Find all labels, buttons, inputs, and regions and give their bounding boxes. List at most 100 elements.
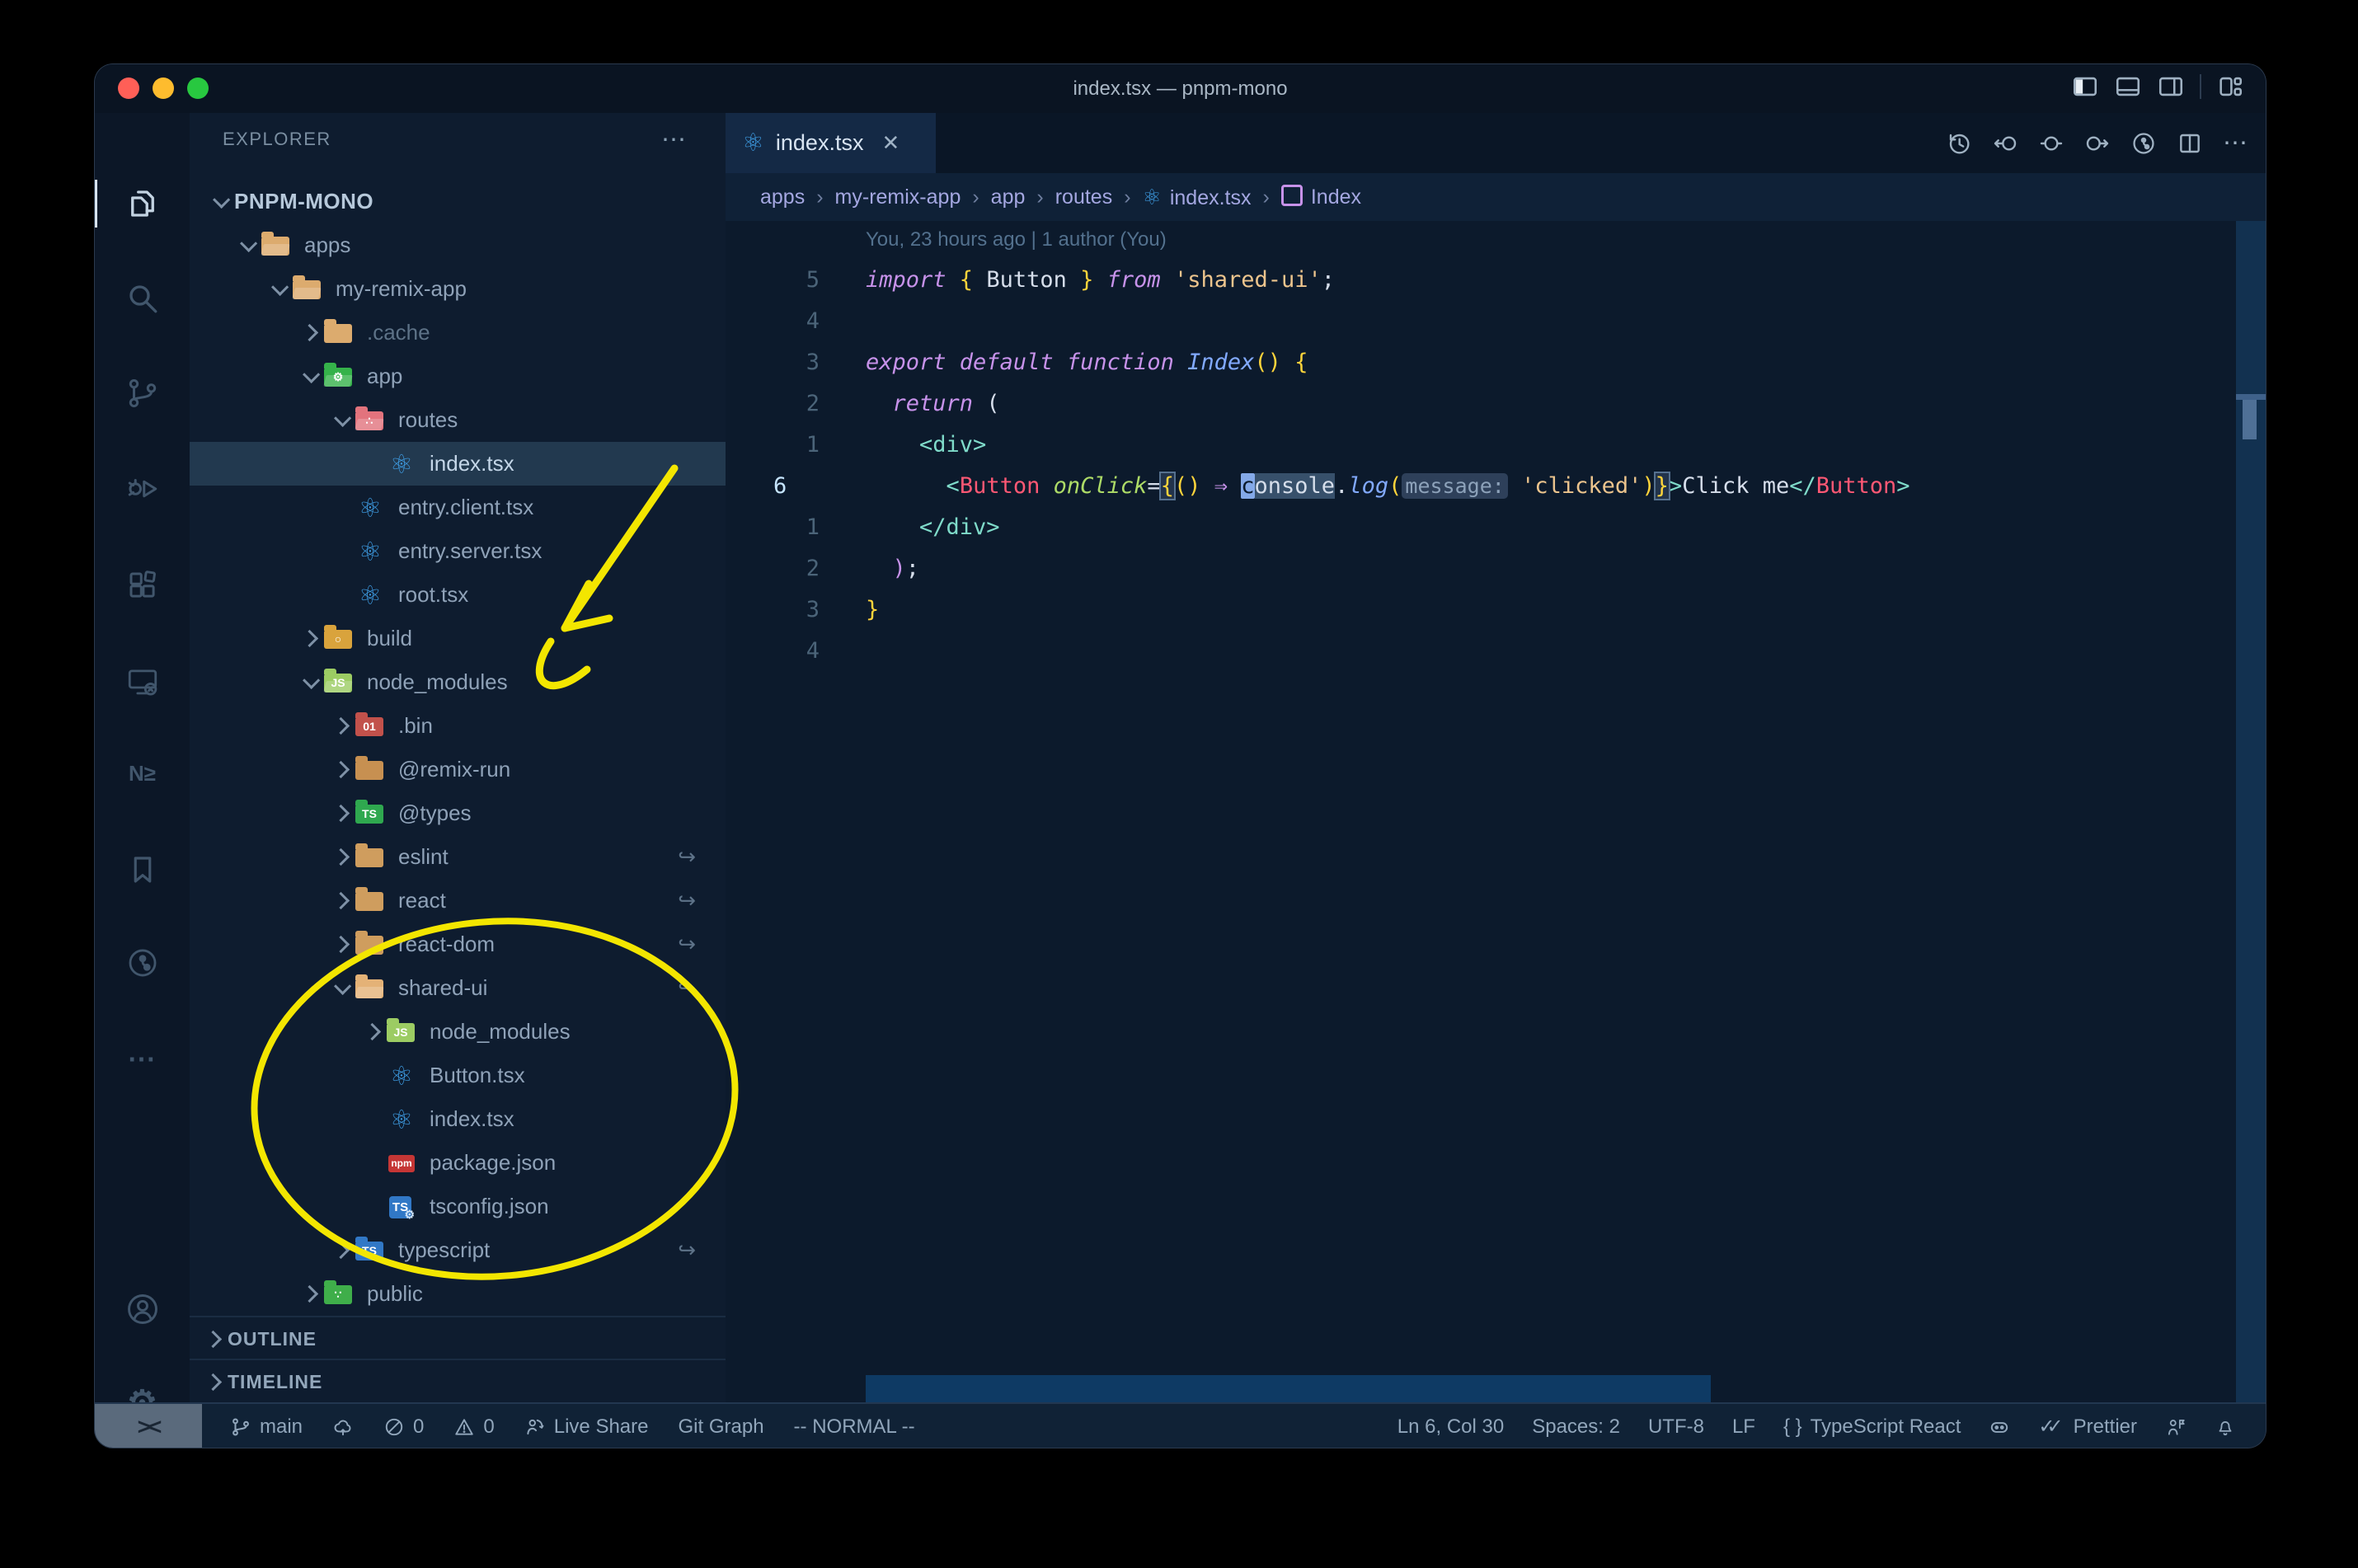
tree-item--remix-run[interactable]: @remix-run <box>190 748 726 791</box>
tree-item-label: tsconfig.json <box>430 1194 549 1218</box>
status-indentation[interactable]: Spaces: 2 <box>1532 1415 1620 1439</box>
status-eol[interactable]: LF <box>1732 1415 1755 1439</box>
status-warning-count[interactable]: 0 <box>453 1415 495 1439</box>
tree-item--types[interactable]: TS @types <box>190 791 726 835</box>
split-editor-icon[interactable] <box>2177 130 2203 157</box>
status-prettier[interactable]: ✓✓ Prettier <box>2038 1415 2137 1439</box>
tree-item-entry-client-tsx[interactable]: ⚛ entry.client.tsx <box>190 486 726 529</box>
react-file-icon: ⚛ <box>389 1060 414 1091</box>
status-git-graph[interactable]: Git Graph <box>679 1415 764 1439</box>
tree-item-node-modules[interactable]: JS node_modules <box>190 1010 726 1054</box>
toggle-panel-icon[interactable] <box>2114 73 2142 101</box>
tree-item-react[interactable]: react ↪ <box>190 879 726 922</box>
symbol-module-icon <box>1280 185 1303 206</box>
previous-change-icon[interactable] <box>1992 130 2018 157</box>
outline-section[interactable]: OUTLINE <box>190 1316 726 1360</box>
status-encoding[interactable]: UTF-8 <box>1648 1415 1704 1439</box>
tree-item-build[interactable]: ○ build <box>190 617 726 660</box>
current-change-icon[interactable] <box>2038 130 2064 157</box>
tree-item-root-tsx[interactable]: ⚛ root.tsx <box>190 573 726 617</box>
tree-item-my-remix-app[interactable]: my-remix-app <box>190 267 726 311</box>
breadcrumb-my-remix-app[interactable]: my-remix-app <box>835 185 961 209</box>
run-debug-icon[interactable] <box>95 458 190 519</box>
code-editor[interactable]: You, 23 hours ago | 1 author (You) 5 impor… <box>726 221 2266 1402</box>
status-vim-mode[interactable]: -- NORMAL -- <box>794 1415 915 1439</box>
source-control-icon[interactable] <box>95 363 190 424</box>
tree-item-index-tsx[interactable]: ⚛ index.tsx <box>190 1097 726 1141</box>
symlink-icon: ↪ <box>678 888 696 913</box>
tree-item-entry-server-tsx[interactable]: ⚛ entry.server.tsx <box>190 529 726 573</box>
tree-item-label: package.json <box>430 1150 557 1175</box>
gitlens-graph-icon[interactable] <box>2130 130 2157 157</box>
nx-console-icon[interactable]: N≥ <box>95 743 190 804</box>
npm-file-icon: npm <box>387 1152 416 1175</box>
tree-item-tsconfig-json[interactable]: TS ⚙ tsconfig.json <box>190 1185 726 1228</box>
status-language-mode[interactable]: { } TypeScript React <box>1783 1415 1961 1439</box>
tree-item-typescript[interactable]: TS typescript ↪ <box>190 1228 726 1272</box>
horizontal-scrollbar[interactable] <box>866 1375 1711 1402</box>
toggle-primary-sidebar-icon[interactable] <box>2071 73 2099 101</box>
remote-explorer-icon[interactable] <box>95 651 190 712</box>
breadcrumb-routes[interactable]: routes <box>1055 185 1112 209</box>
activity-bar: N≥⋯⚙1 <box>95 113 190 1431</box>
explorer-more-button[interactable]: ⋯ <box>661 125 686 154</box>
breadcrumb-apps[interactable]: apps <box>760 185 805 209</box>
remote-indicator[interactable]: >< <box>95 1404 202 1448</box>
status-error-count[interactable]: 0 <box>383 1415 424 1439</box>
breadcrumb-index[interactable]: Index <box>1280 185 1361 209</box>
chevron-right-icon <box>331 760 350 779</box>
status-cursor-position[interactable]: Ln 6, Col 30 <box>1397 1415 1504 1439</box>
folder-icon <box>324 318 354 345</box>
toggle-secondary-sidebar-icon[interactable] <box>2157 73 2185 101</box>
explorer-icon[interactable] <box>95 173 190 234</box>
search-icon[interactable] <box>95 268 190 329</box>
status-publish-changes[interactable] <box>332 1416 354 1438</box>
local-history-icon[interactable] <box>1946 130 1972 157</box>
line-number: 2 <box>806 390 820 416</box>
tree-item-react-dom[interactable]: react-dom ↪ <box>190 922 726 966</box>
file-tree: PNPM-MONO apps my-remix-app .cache ⚙ app ∴ rout… <box>190 180 726 1316</box>
bookmarks-icon[interactable] <box>95 839 190 900</box>
tree-item-pnpm-mono[interactable]: PNPM-MONO <box>190 180 726 223</box>
timeline-section[interactable]: TIMELINE <box>190 1359 726 1403</box>
code-line: 5 import { Button } from 'shared-ui'; <box>726 259 2266 300</box>
react-file-icon: ⚛ <box>358 580 383 610</box>
status-branch-main[interactable]: main <box>230 1415 303 1439</box>
more-views-icon[interactable]: ⋯ <box>95 1029 190 1090</box>
tree-item-label: @remix-run <box>398 757 511 782</box>
folder-icon: ∵ <box>324 1279 354 1306</box>
status-notifications[interactable] <box>2215 1416 2236 1438</box>
vertical-scrollbar[interactable] <box>2236 221 2266 1402</box>
symlink-icon: ↪ <box>678 932 696 956</box>
breadcrumb-index-tsx[interactable]: ⚛ index.tsx <box>1143 185 1252 210</box>
tree-item-routes[interactable]: ∴ routes <box>190 398 726 442</box>
status-live-share[interactable]: Live Share <box>524 1415 649 1439</box>
feedback-icon <box>2165 1416 2187 1438</box>
tree-item-label: eslint <box>398 844 449 869</box>
breadcrumb-separator: › <box>1124 185 1131 209</box>
tree-item-apps[interactable]: apps <box>190 223 726 267</box>
breadcrumb-separator: › <box>816 185 824 209</box>
status-feedback[interactable] <box>2165 1416 2187 1438</box>
tree-item-package-json[interactable]: npm package.json <box>190 1141 726 1185</box>
tree-item-app[interactable]: ⚙ app <box>190 354 726 398</box>
tree-item-public[interactable]: ∵ public <box>190 1272 726 1316</box>
customize-layout-icon[interactable] <box>2216 73 2244 101</box>
next-change-icon[interactable] <box>2084 130 2111 157</box>
close-tab-icon[interactable]: ✕ <box>881 130 900 156</box>
status-copilot[interactable] <box>1989 1416 2010 1438</box>
tab-index-tsx[interactable]: ⚛ index.tsx ✕ <box>726 113 936 173</box>
more-actions-icon[interactable]: ⋯ <box>2223 129 2249 157</box>
tree-item-eslint[interactable]: eslint ↪ <box>190 835 726 879</box>
tree-item-index-tsx[interactable]: ⚛ index.tsx <box>190 442 726 486</box>
tree-item--bin[interactable]: 01 .bin <box>190 704 726 748</box>
tree-item-button-tsx[interactable]: ⚛ Button.tsx <box>190 1054 726 1097</box>
breadcrumb-app[interactable]: app <box>991 185 1026 209</box>
extensions-icon[interactable] <box>95 555 190 616</box>
account-icon[interactable] <box>95 1279 190 1340</box>
tree-item--cache[interactable]: .cache <box>190 311 726 354</box>
gitlens-icon[interactable] <box>95 932 190 993</box>
tree-item-shared-ui[interactable]: shared-ui ↪ <box>190 966 726 1010</box>
tree-item-node-modules[interactable]: JS node_modules <box>190 660 726 704</box>
scroll-thumb[interactable] <box>2243 400 2257 439</box>
